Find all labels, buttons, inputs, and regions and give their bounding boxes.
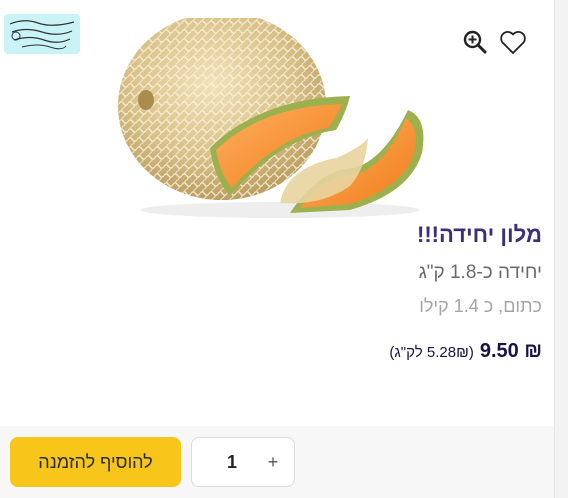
quantity-stepper: + <box>191 437 295 487</box>
zoom-in-icon <box>463 30 487 54</box>
quantity-input[interactable] <box>212 448 252 476</box>
heart-icon <box>500 31 526 54</box>
product-image[interactable] <box>110 12 450 218</box>
price: ₪ 9.50 <box>479 340 542 362</box>
card-footer: להוסיף להזמנה + <box>0 426 554 498</box>
weight-info: כתום, כ 1.4 קילו <box>419 296 542 316</box>
favorite-button[interactable] <box>498 27 528 57</box>
add-to-order-button[interactable]: להוסיף להזמנה <box>10 437 181 487</box>
product-card: מלון יחידה!!! יחידה כ-1.8 ק"ג כתום, כ 1.… <box>0 0 555 498</box>
price-row: ₪ 9.50 (5.28₪ לק"ג) <box>389 340 542 363</box>
kosher-badge <box>4 14 80 54</box>
increase-quantity-button[interactable]: + <box>258 438 288 486</box>
price-per-kg: (5.28₪ לק"ג) <box>389 344 474 361</box>
kosher-certification-icon <box>9 20 75 50</box>
product-title[interactable]: מלון יחידה!!! <box>417 222 542 248</box>
unit-info: יחידה כ-1.8 ק"ג <box>418 262 542 283</box>
cantaloupe-image <box>118 12 424 218</box>
zoom-in-button[interactable] <box>460 27 490 57</box>
